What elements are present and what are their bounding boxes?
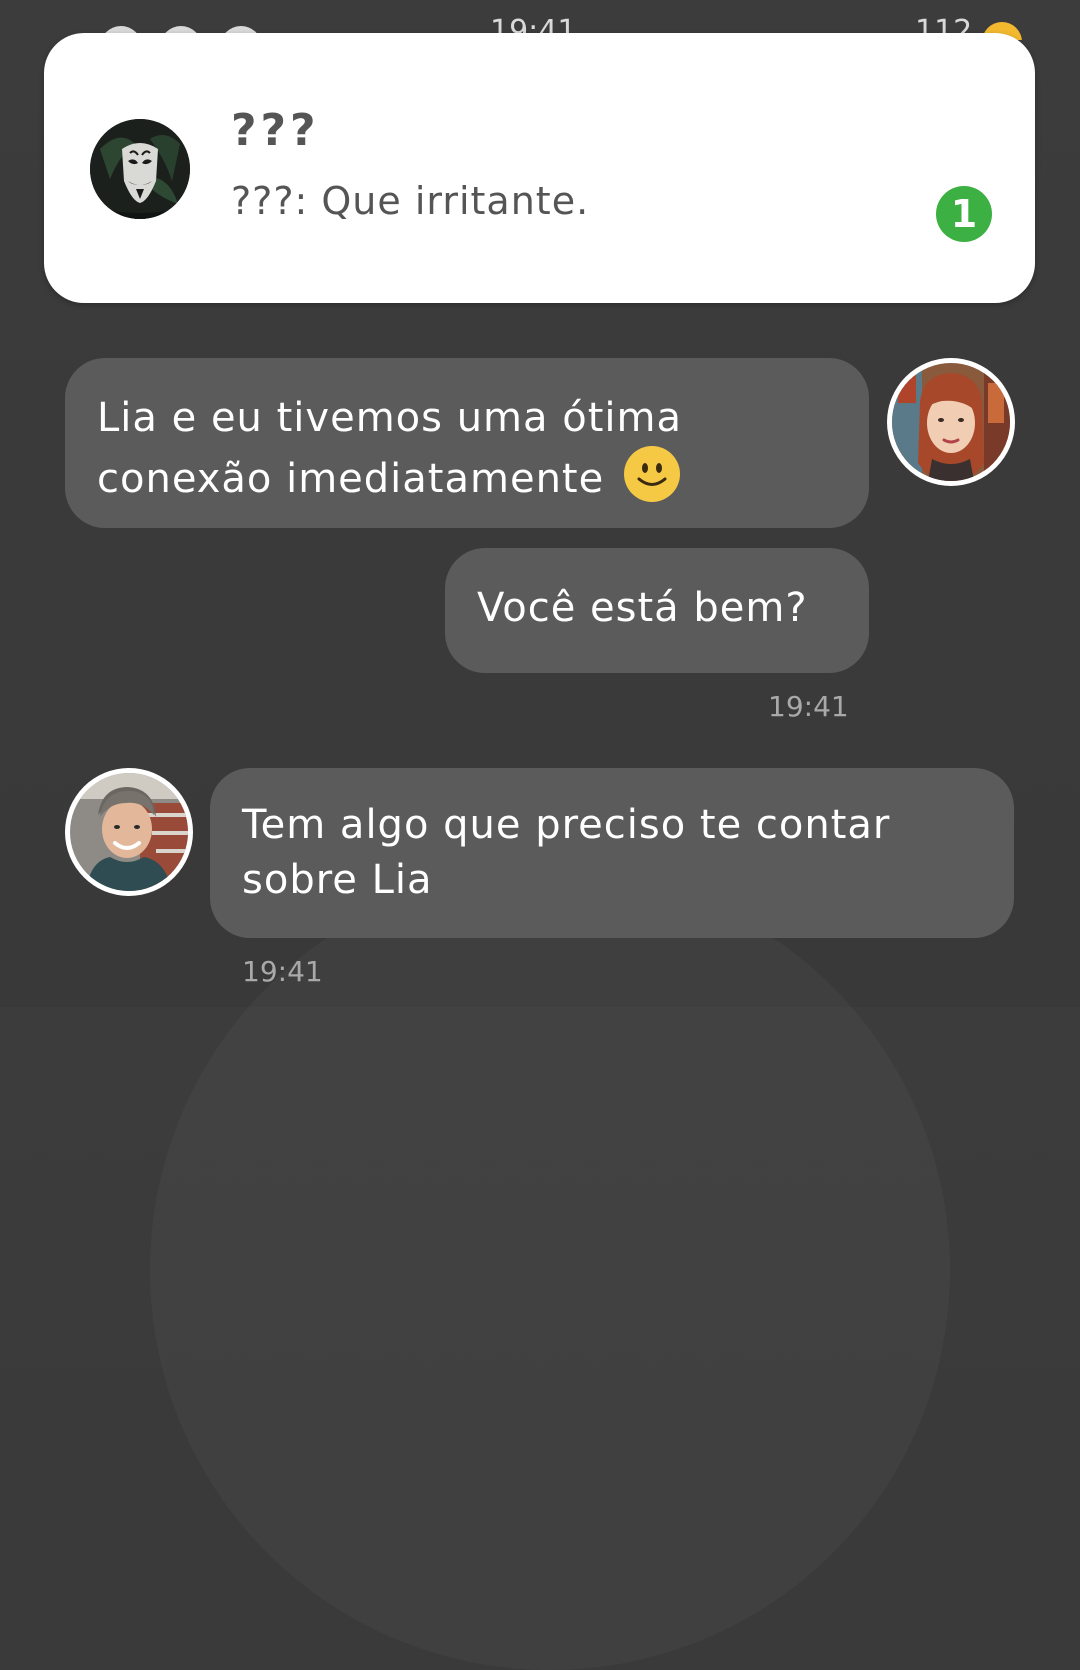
- background-arc: [150, 870, 950, 1670]
- message-text-line: Lia e eu tivemos uma ótima: [97, 395, 682, 441]
- message-bubble: Lia e eu tivemos uma ótima conexão imedi…: [65, 358, 869, 528]
- lia-photo: [892, 363, 1010, 481]
- message-text-line: sobre Lia: [242, 857, 433, 903]
- message-bubble: Tem algo que preciso te contar sobre Lia: [210, 768, 1014, 938]
- anonymous-mask-avatar: [90, 119, 190, 219]
- message-bubble: Você está bem?: [445, 548, 869, 673]
- message-text: conexão imediatamente: [97, 456, 605, 502]
- contact-avatar[interactable]: [65, 768, 193, 896]
- message-text-line: conexão imediatamente: [97, 446, 839, 507]
- lia-avatar[interactable]: [887, 358, 1015, 486]
- contact-photo: [70, 773, 188, 891]
- smiley-icon: [623, 446, 680, 502]
- unread-badge: 1: [936, 186, 992, 242]
- message-timestamp: 19:41: [768, 690, 849, 723]
- notification-title: ???: [231, 105, 320, 156]
- message-text-line: Tem algo que preciso te contar: [242, 802, 891, 848]
- notification-card[interactable]: ??? ???: Que irritante. 1: [44, 33, 1035, 303]
- message-timestamp: 19:41: [242, 955, 323, 988]
- notification-message: ???: Que irritante.: [231, 179, 590, 223]
- message-text: Você está bem?: [477, 585, 808, 631]
- anonymous-mask-icon: [90, 119, 190, 219]
